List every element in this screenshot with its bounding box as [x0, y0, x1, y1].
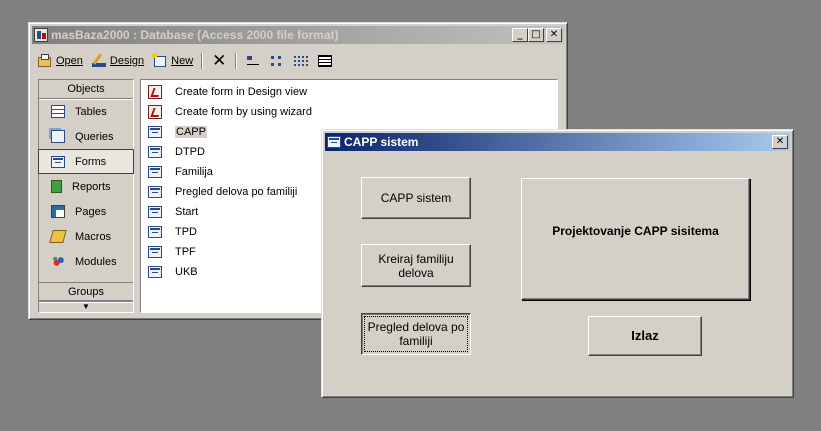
list-item-label: TPD	[175, 226, 197, 238]
pregled-delova-label: Pregled delova po	[367, 320, 465, 334]
list-item-label: Pregled delova po familiji	[175, 186, 298, 198]
list-item-label: UKB	[175, 266, 198, 278]
form-icon	[148, 246, 162, 258]
objects-item-pages[interactable]: Pages	[39, 199, 133, 224]
objects-item-tables[interactable]: Tables	[39, 99, 133, 124]
query-icon	[51, 130, 65, 143]
details-view-icon	[317, 53, 333, 69]
design-label: Design	[109, 55, 145, 67]
objects-item-label: Queries	[75, 130, 114, 143]
list-item-label: Familija	[175, 166, 213, 178]
objects-item-forms[interactable]: Forms	[38, 149, 134, 174]
objects-list: Tables Queries Forms Reports Pages Macro…	[38, 99, 134, 274]
new-label: New	[171, 55, 194, 67]
toolbar-separator	[201, 53, 204, 69]
large-icons-icon	[245, 53, 261, 69]
pregled-delova-button[interactable]: Pregled delova po familiji	[361, 313, 471, 355]
objects-header[interactable]: Objects	[39, 80, 133, 99]
module-icon	[51, 255, 65, 268]
form-icon	[148, 186, 162, 198]
large-icons-button[interactable]	[243, 51, 263, 71]
report-icon	[51, 180, 62, 193]
kreiraj-familiju-label: Kreiraj familiju	[378, 251, 454, 266]
design-button[interactable]: Design	[89, 51, 146, 71]
projektovanje-label-box: Projektovanje CAPP sisitema	[521, 178, 750, 300]
form-icon	[51, 155, 65, 168]
database-icon	[34, 28, 48, 42]
capp-sistem-label: CAPP sistem	[380, 191, 452, 205]
capp-title: CAPP sistem	[344, 135, 419, 149]
database-titlebar[interactable]: masBaza2000 : Database (Access 2000 file…	[32, 26, 564, 44]
new-button[interactable]: New	[150, 51, 195, 71]
projektovanje-label: Projektovanje CAPP sisitema	[552, 224, 719, 238]
close-button[interactable]: ✕	[772, 135, 788, 149]
minimize-button[interactable]: _	[512, 28, 528, 42]
objects-item-label: Tables	[75, 105, 107, 118]
close-button[interactable]: ✕	[546, 28, 562, 42]
scroll-down-icon[interactable]: ▼	[39, 300, 133, 313]
wizard-icon	[148, 105, 162, 119]
objects-bar: Objects Tables Queries Forms Reports Pag…	[38, 79, 134, 313]
page-icon	[51, 205, 65, 218]
form-icon	[148, 266, 162, 278]
open-button[interactable]: Open	[35, 51, 85, 71]
macro-icon	[49, 230, 67, 243]
list-item-label: TPF	[175, 246, 196, 258]
form-icon	[148, 146, 162, 158]
objects-item-label: Forms	[75, 155, 107, 168]
capp-sistem-button[interactable]: CAPP sistem	[361, 177, 471, 219]
delete-icon: ✕	[212, 51, 227, 71]
objects-item-macros[interactable]: Macros	[39, 224, 133, 249]
small-icons-button[interactable]	[267, 51, 287, 71]
capp-titlebar[interactable]: CAPP sistem ✕	[325, 133, 790, 151]
details-view-button[interactable]	[315, 51, 335, 71]
list-view-button[interactable]	[291, 51, 311, 71]
list-item-create-design[interactable]: Create form in Design view	[141, 82, 557, 102]
objects-item-label: Modules	[75, 255, 117, 268]
form-icon	[148, 166, 162, 178]
objects-item-label: Reports	[72, 180, 111, 193]
database-title: masBaza2000 : Database (Access 2000 file…	[51, 28, 339, 42]
list-item-label: Create form by using wizard	[175, 106, 312, 118]
list-item-label: CAPP	[175, 126, 207, 138]
list-view-icon	[293, 53, 309, 69]
kreiraj-familiju-button[interactable]: Kreiraj familiju delova	[361, 244, 471, 287]
form-icon	[148, 226, 162, 238]
small-icons-icon	[269, 53, 285, 69]
list-item-label: Start	[175, 206, 199, 218]
izlaz-button[interactable]: Izlaz	[588, 316, 702, 356]
objects-item-reports[interactable]: Reports	[39, 174, 133, 199]
form-icon	[327, 136, 341, 148]
izlaz-label: Izlaz	[631, 328, 659, 343]
list-item-label: Create form in Design view	[175, 86, 308, 98]
form-icon	[148, 206, 162, 218]
design-icon	[91, 53, 107, 69]
objects-item-queries[interactable]: Queries	[39, 124, 133, 149]
kreiraj-familiju-label: delova	[398, 265, 434, 280]
maximize-button[interactable]: □	[528, 28, 544, 42]
open-label: Open	[56, 55, 83, 67]
new-icon	[152, 53, 168, 69]
pregled-delova-label: familiji	[399, 334, 433, 348]
objects-item-modules[interactable]: Modules	[39, 249, 133, 274]
form-icon	[148, 126, 162, 138]
capp-form-window: CAPP sistem ✕ CAPP sistem Kreiraj famili…	[321, 129, 794, 398]
list-item-label: DTPD	[175, 146, 205, 158]
wizard-icon	[148, 85, 162, 99]
toolbar-separator	[235, 53, 238, 69]
groups-header[interactable]: Groups	[39, 282, 133, 302]
list-item-create-wizard[interactable]: Create form by using wizard	[141, 102, 557, 122]
objects-item-label: Macros	[75, 230, 112, 243]
objects-item-label: Pages	[75, 205, 107, 218]
database-toolbar: Open Design New ✕	[35, 49, 561, 73]
table-icon	[51, 105, 65, 118]
delete-button[interactable]: ✕	[209, 51, 229, 71]
open-icon	[37, 53, 53, 69]
